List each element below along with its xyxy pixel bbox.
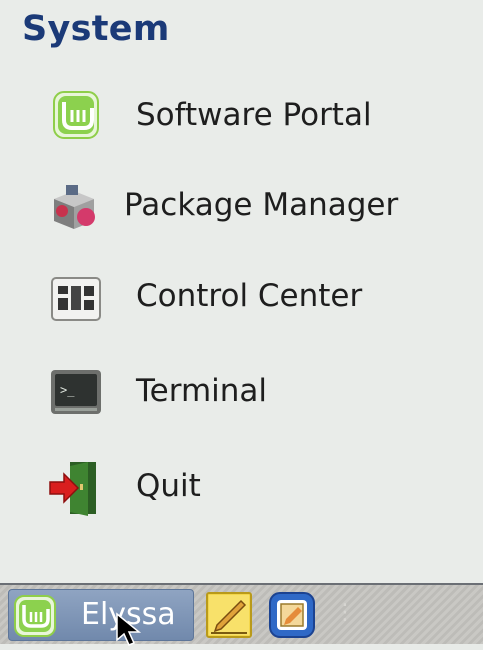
control-center-icon <box>48 270 104 326</box>
menu-item-quit[interactable]: Quit <box>0 448 483 528</box>
menu-item-terminal[interactable]: >_ Terminal <box>0 351 483 431</box>
menu-item-label: Package Manager <box>124 187 399 223</box>
mint-logo-icon <box>13 594 57 638</box>
menu-item-label: Software Portal <box>136 97 372 133</box>
main-menu-button[interactable]: Elyssa <box>8 589 194 641</box>
text-editor-icon[interactable] <box>203 589 255 641</box>
section-title: System <box>22 9 170 49</box>
package-manager-icon <box>46 179 102 235</box>
menu-item-label: Control Center <box>136 278 363 314</box>
menu-item-label: Terminal <box>136 373 268 409</box>
taskbar: Elyssa ⋮ <box>0 583 483 644</box>
menu-item-package-manager[interactable]: Package Manager <box>0 167 483 247</box>
quit-icon <box>46 458 102 516</box>
terminal-icon: >_ <box>48 364 104 420</box>
menu-item-label: Quit <box>136 468 201 504</box>
menu-item-software-portal[interactable]: Software Portal <box>0 77 483 157</box>
mouse-cursor-icon <box>113 612 149 646</box>
screenshot-icon[interactable] <box>266 589 318 641</box>
svg-text:>_: >_ <box>60 383 75 397</box>
panel-separator: ⋮ <box>334 600 356 625</box>
menu-item-control-center[interactable]: Control Center <box>0 258 483 338</box>
system-menu-panel: System Software Portal Package Manager C… <box>0 0 483 583</box>
mint-software-icon <box>48 88 104 144</box>
